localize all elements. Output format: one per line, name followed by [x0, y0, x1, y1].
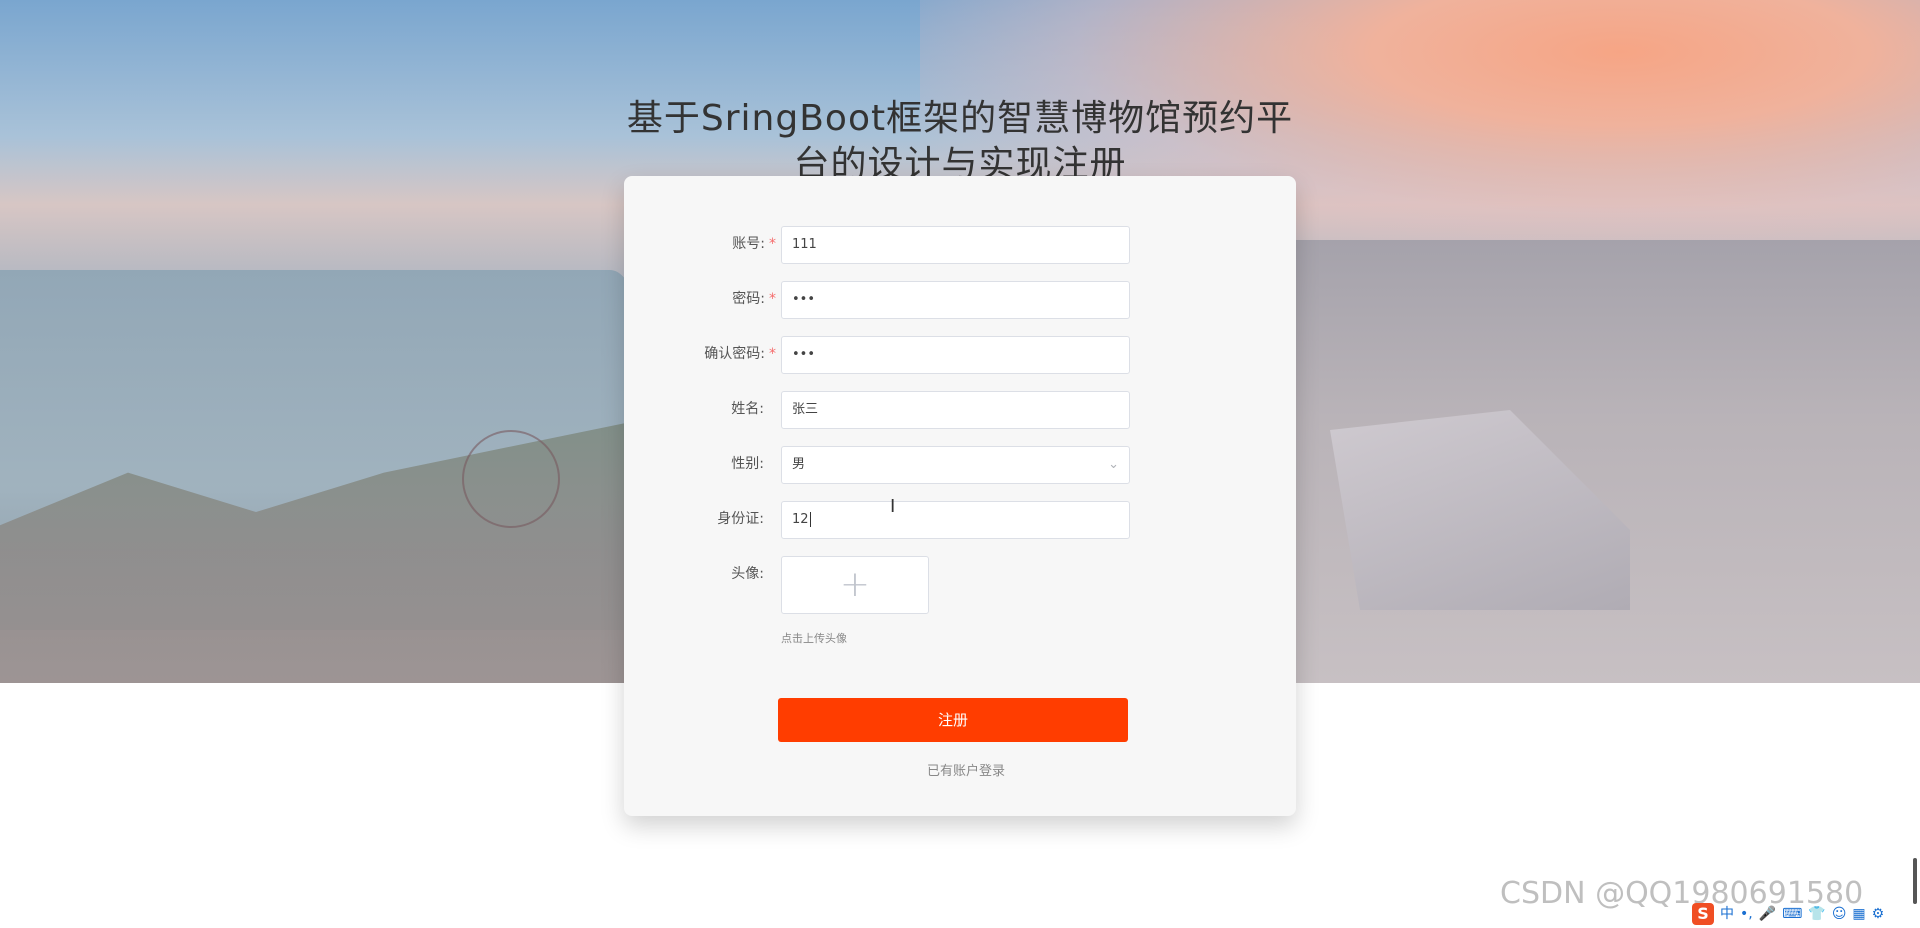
id-card-input[interactable]: 12	[781, 501, 1130, 539]
microphone-icon[interactable]: 🎤	[1759, 904, 1776, 924]
form-row-gender: 性别: 男 ⌄	[624, 446, 1296, 486]
gender-label: 性别:	[731, 456, 764, 472]
city-skyline	[1290, 240, 1920, 683]
punctuation-icon[interactable]: •,	[1740, 904, 1753, 924]
login-link[interactable]: 已有账户登录	[927, 764, 1005, 779]
avatar-label: 头像:	[731, 566, 764, 582]
ime-logo-icon[interactable]: S	[1692, 903, 1714, 925]
required-mark: *	[769, 236, 776, 252]
text-cursor-icon: I	[890, 496, 896, 517]
page-title: 基于SringBoot框架的智慧博物馆预约平台的设计与实现注册	[626, 98, 1294, 185]
form-row-id-card: 身份证: 12	[624, 501, 1296, 541]
keyboard-icon[interactable]: ⌨	[1782, 904, 1802, 924]
scrollbar-thumb[interactable]	[1913, 858, 1917, 904]
password-input[interactable]: •••	[781, 281, 1130, 319]
ime-mode-toggle[interactable]: 中	[1720, 904, 1734, 924]
avatar-upload-button[interactable]: +	[781, 556, 929, 614]
required-mark: *	[769, 291, 776, 307]
gender-select[interactable]: 男 ⌄	[781, 446, 1130, 484]
account-label: 账号: *	[732, 236, 776, 252]
form-row-avatar: 头像: +	[624, 556, 1296, 614]
skin-icon[interactable]: 👕	[1808, 904, 1825, 924]
register-button[interactable]: 注册	[778, 698, 1128, 742]
ferris-wheel	[462, 430, 560, 528]
form-row-name: 姓名: 张三	[624, 391, 1296, 431]
form-row-account: 账号: * 111	[624, 226, 1296, 266]
toolbox-icon[interactable]: ▦	[1852, 904, 1865, 924]
id-card-label: 身份证:	[717, 511, 764, 527]
confirm-password-label: 确认密码: *	[704, 346, 776, 362]
confirm-password-input[interactable]: •••	[781, 336, 1130, 374]
form-row-confirm-password: 确认密码: * •••	[624, 336, 1296, 376]
form-row-password: 密码: * •••	[624, 281, 1296, 321]
id-card-value: 12	[792, 512, 809, 527]
emoji-icon[interactable]: ☺	[1832, 904, 1847, 924]
settings-icon[interactable]: ⚙	[1872, 904, 1885, 924]
ime-toolbar: S 中 •, 🎤 ⌨ 👕 ☺ ▦ ⚙	[1692, 902, 1884, 926]
register-page: 基于SringBoot框架的智慧博物馆预约平台的设计与实现注册 账号: * 111…	[0, 0, 1920, 928]
avatar-upload-hint: 点击上传头像	[781, 632, 847, 645]
login-link-row: 已有账户登录	[624, 760, 1296, 779]
plus-icon: +	[839, 564, 871, 605]
name-input[interactable]: 张三	[781, 391, 1130, 429]
chevron-down-icon: ⌄	[1108, 457, 1119, 472]
gender-selected-value: 男	[792, 457, 806, 472]
account-input[interactable]: 111	[781, 226, 1130, 264]
password-label: 密码: *	[732, 291, 776, 307]
name-label: 姓名:	[731, 401, 764, 417]
register-card: 账号: * 111 密码: * ••• 确认密码: * ••• 姓名: 张三 性别: …	[624, 176, 1296, 816]
required-mark: *	[769, 346, 776, 362]
text-caret	[809, 512, 811, 527]
